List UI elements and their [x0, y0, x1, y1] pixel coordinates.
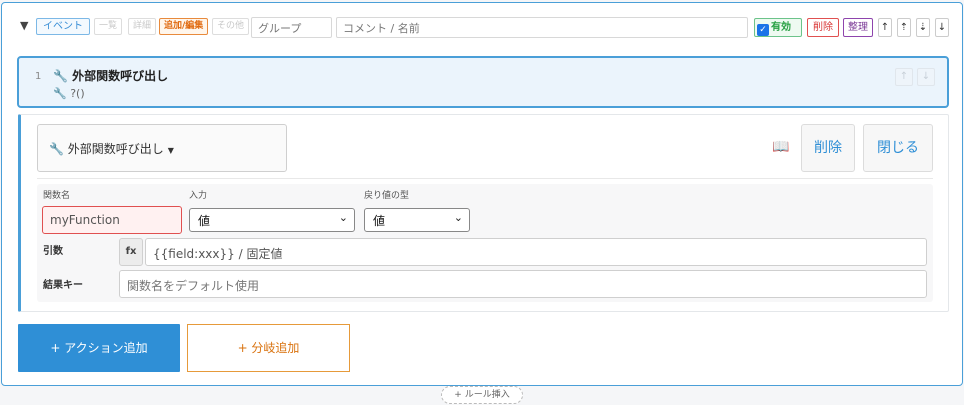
comment-input[interactable]: コメント / 名前: [336, 17, 748, 38]
tag-edit[interactable]: 追加/編集: [159, 18, 209, 35]
wrench-icon: 🔧: [49, 142, 64, 156]
add-branch-button[interactable]: + 分岐追加: [187, 324, 350, 372]
action-editor: 🔧 外部関数呼び出し ▼ 📖 削除 閉じる 関数名 入力 戻り値の型 myFunc…: [18, 114, 949, 312]
args-input[interactable]: {{field:xxx}} / 固定値: [145, 238, 927, 266]
input-select[interactable]: 値 ⌄: [189, 208, 355, 232]
collapse-toggle-icon[interactable]: ▼: [20, 19, 28, 32]
input-select-value: 値: [198, 214, 211, 228]
chevron-down-icon: ⌄: [453, 211, 463, 224]
enabled-label: 有効: [771, 22, 791, 33]
action-title: 🔧 外部関数呼び出し: [53, 67, 168, 84]
input-label: 入力: [189, 191, 208, 201]
move-up-button[interactable]: ↑: [878, 18, 892, 37]
tag-detail[interactable]: 詳細: [128, 18, 157, 35]
action-type-label: 外部関数呼び出し: [67, 142, 164, 156]
return-type-select-value: 値: [373, 214, 386, 228]
args-label: 引数: [43, 246, 63, 257]
organize-button[interactable]: 整理: [843, 18, 873, 37]
checkbox-checked-icon[interactable]: ✓: [757, 24, 769, 36]
return-type-select[interactable]: 値 ⌄: [364, 208, 470, 232]
action-subtitle: 🔧 ?(): [53, 87, 85, 100]
enabled-toggle[interactable]: ✓ 有効: [754, 18, 802, 37]
return-type-label: 戻り値の型: [364, 191, 410, 201]
action-item[interactable]: 1 🔧 外部関数呼び出し 🔧 ?() ↑ ↓: [17, 56, 949, 108]
caret-down-icon: ▼: [167, 146, 174, 155]
chevron-down-icon: ⌄: [338, 211, 348, 224]
function-name-input[interactable]: myFunction: [42, 206, 182, 234]
tag-event[interactable]: イベント: [36, 18, 90, 35]
tag-other[interactable]: その他: [212, 18, 250, 35]
rule-panel: ▼ イベント 一覧 詳細 追加/編集 その他 グループ コメント / 名前 ✓ 有…: [1, 2, 963, 386]
book-icon[interactable]: 📖: [772, 139, 789, 155]
result-key-label: 結果キー: [43, 280, 83, 291]
tag-list[interactable]: 一覧: [94, 18, 123, 35]
action-number: 1: [35, 71, 42, 82]
action-move-down-button[interactable]: ↓: [917, 68, 935, 86]
action-title-text: 外部関数呼び出し: [72, 69, 169, 83]
move-down-button[interactable]: ↓: [935, 18, 949, 37]
result-key-input[interactable]: 関数名をデフォルト使用: [119, 270, 927, 298]
divider: [37, 178, 933, 179]
wrench-icon: 🔧: [53, 87, 67, 100]
action-move-up-button[interactable]: ↑: [895, 68, 913, 86]
add-action-button[interactable]: + アクション追加: [18, 324, 180, 372]
delete-action-button[interactable]: 削除: [801, 124, 855, 172]
move-bottom-button[interactable]: ⇣: [916, 18, 930, 37]
function-name-label: 関数名: [43, 191, 71, 201]
function-fields: 関数名 入力 戻り値の型 myFunction 値 ⌄ 値 ⌄ 引数 fx {{…: [37, 184, 933, 302]
fx-button[interactable]: fx: [119, 238, 143, 266]
insert-rule-button[interactable]: + ルール挿入: [441, 386, 523, 404]
move-top-button[interactable]: ⇡: [897, 18, 911, 37]
group-input[interactable]: グループ: [251, 17, 332, 38]
action-type-dropdown[interactable]: 🔧 外部関数呼び出し ▼: [37, 124, 287, 172]
close-editor-button[interactable]: 閉じる: [863, 124, 933, 172]
rule-header: ▼ イベント 一覧 詳細 追加/編集 その他 グループ コメント / 名前 ✓ 有…: [2, 3, 962, 49]
delete-rule-button[interactable]: 削除: [807, 18, 839, 37]
wrench-icon: 🔧: [53, 69, 68, 83]
action-subtitle-text: ?(): [70, 87, 85, 100]
